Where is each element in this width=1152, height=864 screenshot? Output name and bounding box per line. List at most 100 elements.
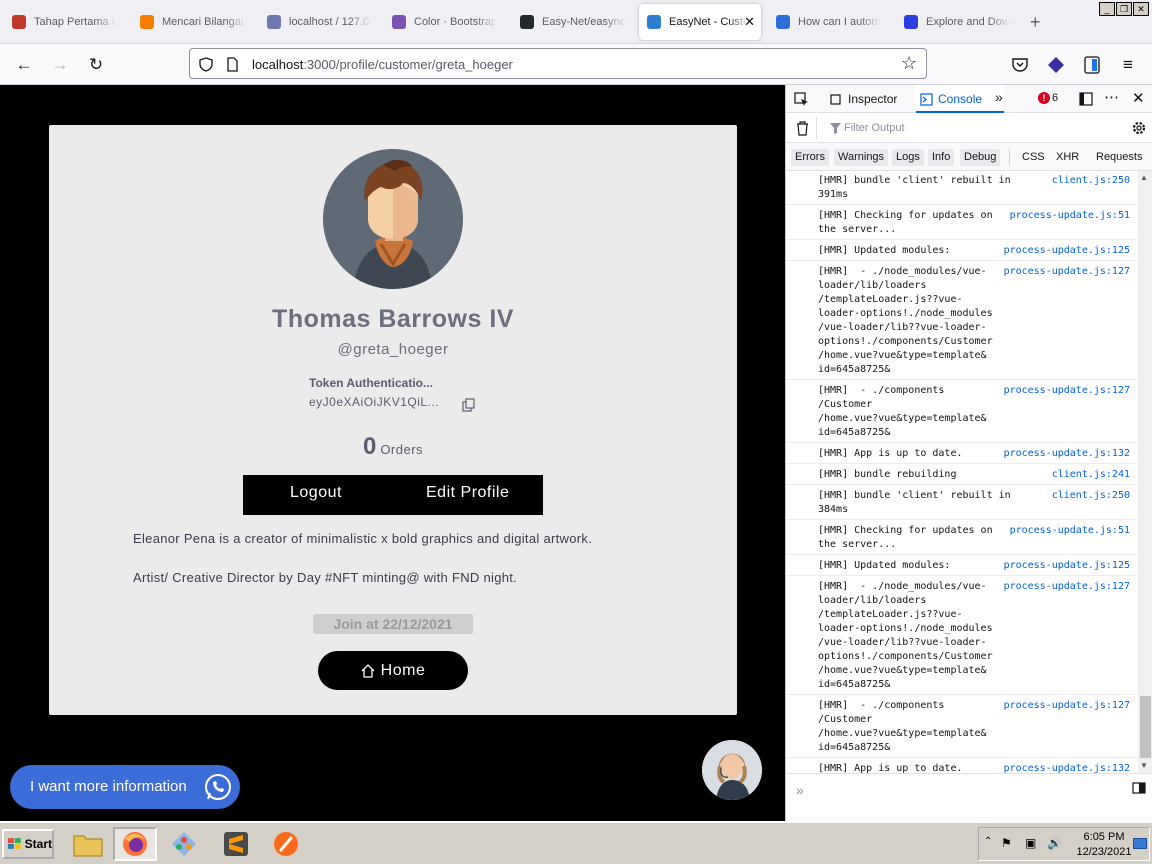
profile-name: Thomas Barrows IV [272,305,514,333]
back-icon[interactable]: ← [13,54,35,76]
git-client-icon[interactable] [162,827,206,861]
page-content: Thomas Barrows IV @greta_hoeger Token Au… [0,85,785,821]
console-message-text: [HMR] App is up to date. [818,763,963,773]
console-message-source[interactable]: process-update.js:132 [1004,762,1130,773]
console-message-source[interactable]: process-update.js:127 [1004,699,1130,713]
console-filter-warnings[interactable]: Warnings [834,149,889,166]
github-icon [520,15,534,29]
tab-title: Explore and Dow [926,16,1010,28]
trash-icon[interactable] [796,121,809,136]
new-tab-button[interactable]: + [1030,12,1041,33]
more-tabs-icon[interactable]: » [995,89,1003,105]
forward-icon[interactable]: → [49,54,71,76]
browser-tab[interactable]: localhost / 127.0.0 [259,4,379,40]
menu-icon[interactable]: ≡ [1117,54,1139,76]
console-message-text: [HMR] Updated modules: [818,245,951,256]
minimize-button[interactable]: _ [1099,2,1115,16]
console-output: [HMR] bundle 'client' rebuilt in 391ms cl… [786,171,1138,773]
filter-output-input[interactable]: Filter Output [844,122,905,134]
browser-tab[interactable]: How can I autom [768,4,890,40]
console-message-source[interactable]: process-update.js:127 [1004,265,1130,279]
console-filter-xhr[interactable]: XHR [1052,149,1083,166]
browser-tab[interactable]: Easy-Net/easynet [512,4,634,40]
console-message-source[interactable]: process-update.js:51 [1010,209,1130,223]
show-desktop-icon[interactable] [1133,838,1147,849]
tab-title: Tahap Pertama In [34,16,116,28]
browser-tab[interactable]: Tahap Pertama In [4,4,124,40]
tray-expand-icon[interactable]: ⌃ [984,836,992,847]
dock-icon[interactable] [1079,92,1093,106]
firefox-icon[interactable] [113,827,157,861]
tab-console[interactable]: Console [938,92,982,106]
console-message-source[interactable]: client.js:250 [1052,174,1130,188]
console-settings-icon[interactable] [1131,120,1147,136]
more-information-button[interactable]: I want more information [10,765,240,809]
console-message-source[interactable]: process-update.js:51 [1010,524,1130,538]
console-input[interactable]: » [786,773,1152,821]
bookmark-star-icon[interactable]: ☆ [901,53,917,74]
console-filter-debug[interactable]: Debug [960,149,1001,166]
console-message-source[interactable]: client.js:241 [1052,468,1130,482]
more-options-icon[interactable]: ⋯ [1104,88,1119,106]
browser-tab[interactable]: Color · Bootstrap [384,4,506,40]
console-message-source[interactable]: process-update.js:132 [1004,447,1130,461]
close-devtools-icon[interactable]: ✕ [1132,89,1145,107]
console-message-source[interactable]: process-update.js:127 [1004,580,1130,594]
console-filter-css[interactable]: CSS [1018,149,1049,166]
joined-badge: Join at 22/12/2021 [313,614,473,634]
devtools-panel: Inspector Console » ! 6 ⋯ ✕ Filter Outpu… [785,85,1152,821]
console-filter-requests[interactable]: Requests [1092,149,1146,166]
network-icon[interactable]: ▣ [1025,836,1036,850]
tab-title: localhost / 127.0.0 [289,16,371,28]
console-message-source[interactable]: process-update.js:125 [1004,559,1130,573]
browser-tab[interactable]: Mencari Bilangan [132,4,254,40]
copy-icon[interactable] [462,398,476,412]
element-picker-icon[interactable] [794,92,809,107]
file-explorer-icon[interactable] [66,827,110,861]
editor-mode-icon[interactable] [1132,782,1146,794]
container-icon[interactable] [1084,56,1100,74]
console-filter-logs[interactable]: Logs [892,149,924,166]
error-count[interactable]: 6 [1052,92,1058,104]
console-message-source[interactable]: process-update.js:127 [1004,384,1130,398]
pocket-icon[interactable] [1012,57,1028,72]
paw-app-icon[interactable] [264,827,308,861]
close-tab-icon[interactable]: ✕ [744,14,755,30]
sublime-text-icon[interactable] [214,827,258,861]
console-message-text: [HMR] Checking for updates on the server… [818,525,993,550]
maximize-button[interactable]: ❐ [1116,2,1132,16]
browser-tab[interactable]: EasyNet - Customer✕ [639,4,761,40]
tab-inspector[interactable]: Inspector [848,92,897,106]
start-button[interactable]: Start [2,829,54,859]
support-agent-avatar[interactable] [702,740,762,800]
console-message-source[interactable]: client.js:250 [1052,489,1130,503]
clock[interactable]: 6:05 PM 12/23/2021 [1071,830,1137,860]
console-message-source[interactable]: process-update.js:125 [1004,244,1130,258]
extension-icon[interactable] [1047,56,1065,74]
scrollbar-thumb[interactable] [1140,696,1151,758]
console-message: [HMR] Updated modules: process-update.js:… [786,555,1138,576]
action-center-flag-icon[interactable]: ⚑ [1001,836,1012,850]
tab-title: Mencari Bilangan [162,16,246,28]
start-label: Start [24,837,52,851]
home-button[interactable]: Home [318,651,468,690]
error-icon[interactable]: ! [1038,92,1050,104]
console-message: [HMR] App is up to date. process-update.j… [786,758,1138,773]
volume-icon[interactable]: 🔊 [1047,836,1062,850]
browser-tab[interactable]: Explore and Dow [896,4,1021,40]
url-bar[interactable]: localhost:3000/profile/customer/greta_ho… [189,48,927,79]
close-window-button[interactable]: ✕ [1133,2,1149,16]
logout-button[interactable]: Logout [290,484,342,502]
url-text[interactable]: localhost:3000/profile/customer/greta_ho… [252,57,513,72]
avatar [323,149,463,289]
page-info-icon[interactable] [226,57,239,72]
reload-icon[interactable]: ↻ [85,54,107,76]
console-filter-info[interactable]: Info [928,149,955,166]
blogger-icon [140,15,154,29]
edit-profile-button[interactable]: Edit Profile [426,484,509,502]
console-filter-errors[interactable]: Errors [791,149,829,166]
console-message-text: [HMR] bundle rebuilding [818,469,957,480]
shield-icon[interactable] [199,57,213,72]
console-scrollbar[interactable]: ▲ ▼ [1138,171,1152,773]
tab-title: How can I autom [798,16,881,28]
